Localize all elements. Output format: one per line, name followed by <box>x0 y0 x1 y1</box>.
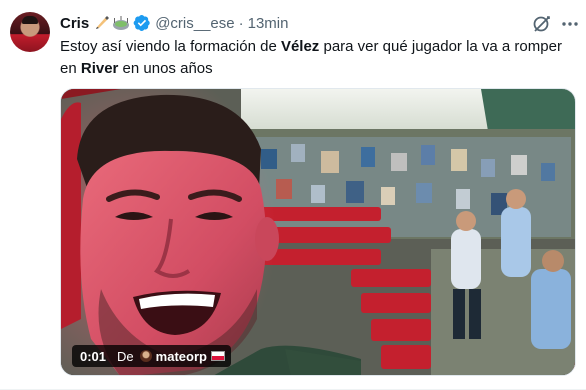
tweet-text-bold-velez: Vélez <box>280 38 320 55</box>
tweet-text: Estoy así viendo la formación de Vélez p… <box>60 36 580 80</box>
more-icon[interactable] <box>560 14 580 34</box>
stadium-emoji-icon <box>113 16 130 30</box>
tweet-time[interactable]: 13min <box>248 15 289 32</box>
video-uploader[interactable]: mateorp <box>156 349 207 364</box>
poland-flag-icon <box>210 351 225 361</box>
tweet-text-part: Estoy así viendo la formación de <box>60 38 281 55</box>
tweet-text-bold-river: River <box>80 60 119 77</box>
tweet-text-part: en unos años <box>118 60 213 77</box>
writing-hand-emoji-icon <box>96 16 110 29</box>
avatar[interactable] <box>10 12 50 52</box>
tweet[interactable]: Cris @cris__ese · 13min Estoy así viendo… <box>0 0 586 390</box>
video-time-code: 0:01 <box>80 348 107 364</box>
uploader-avatar <box>139 350 152 362</box>
separator-dot: · <box>238 14 244 32</box>
video-attribution-badge[interactable]: 0:01 De mateorp <box>72 345 231 367</box>
author-emojis <box>94 15 130 31</box>
author-name[interactable]: Cris <box>60 15 89 32</box>
video-from-label: De <box>117 348 134 364</box>
video-frame <box>61 89 575 375</box>
tweet-header: Cris @cris__ese · 13min <box>60 12 288 34</box>
verified-badge-icon <box>133 14 150 32</box>
grok-icon[interactable] <box>532 14 552 34</box>
video-player[interactable]: 0:01 De mateorp <box>60 88 576 376</box>
author-handle[interactable]: @cris__ese <box>155 15 234 32</box>
